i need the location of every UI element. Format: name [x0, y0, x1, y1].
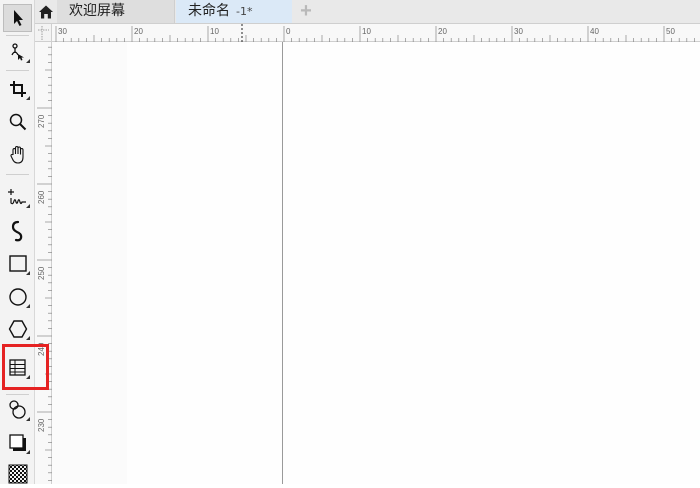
- new-tab-button[interactable]: +: [295, 0, 317, 22]
- drop-shadow-tool[interactable]: [3, 429, 32, 457]
- ruler-label: 50: [666, 27, 675, 36]
- tab-document-suffix: -1*: [236, 5, 253, 18]
- document-tab-bar: 欢迎屏幕 未命名 -1* +: [35, 0, 700, 24]
- tab-document-label: 未命名: [188, 3, 230, 19]
- blend-tool[interactable]: [3, 396, 32, 424]
- rectangle-tool[interactable]: [3, 250, 32, 278]
- ruler-label: 20: [134, 27, 143, 36]
- desktop-area: [52, 42, 127, 484]
- freehand-tool-icon: [7, 189, 26, 205]
- ruler-label: 270: [37, 114, 46, 128]
- table-tool-icon: [8, 359, 26, 376]
- ruler-label: 240: [37, 342, 46, 356]
- horizontal-ruler[interactable]: 30 20 10 0 10 20 30 40 50: [52, 24, 700, 42]
- ruler-label: 230: [37, 418, 46, 432]
- polygon-tool-icon: [8, 320, 27, 338]
- transparency-icon: [8, 464, 27, 484]
- tab-welcome-label: 欢迎屏幕: [69, 3, 125, 19]
- ruler-label: 10: [210, 27, 219, 36]
- pick-tool-icon: [13, 10, 23, 26]
- drop-shadow-icon: [8, 434, 26, 451]
- artistic-media-tool[interactable]: [3, 217, 32, 245]
- freehand-tool[interactable]: [3, 183, 32, 211]
- home-button[interactable]: [35, 0, 57, 23]
- tab-welcome-screen[interactable]: 欢迎屏幕: [57, 0, 175, 23]
- ruler-label: 250: [37, 266, 46, 280]
- table-tool[interactable]: [3, 354, 32, 382]
- home-icon: [39, 5, 53, 18]
- shape-tool-icon: [10, 43, 24, 61]
- pan-tool[interactable]: [3, 141, 32, 169]
- drawing-canvas[interactable]: [52, 42, 700, 484]
- crop-tool-icon: [9, 81, 26, 97]
- ruler-label: 30: [514, 27, 523, 36]
- ruler-label: 260: [37, 190, 46, 204]
- ellipse-tool-icon: [8, 288, 27, 306]
- polygon-tool[interactable]: [3, 315, 32, 343]
- ruler-origin[interactable]: [35, 24, 52, 42]
- ruler-label: 10: [362, 27, 371, 36]
- page-border: [282, 42, 283, 484]
- zoom-tool[interactable]: [3, 108, 32, 136]
- rectangle-tool-icon: [8, 255, 27, 272]
- tab-untitled-document[interactable]: 未命名 -1*: [176, 0, 292, 23]
- pick-tool[interactable]: [3, 4, 32, 32]
- pan-tool-icon: [9, 145, 24, 164]
- ruler-origin-icon: [38, 26, 49, 40]
- vertical-ruler[interactable]: 270 260 250 240 230: [35, 42, 52, 484]
- toolbox: [0, 0, 35, 484]
- ruler-label: 0: [286, 27, 291, 36]
- artistic-media-icon: [11, 220, 22, 242]
- crop-tool[interactable]: [3, 75, 32, 103]
- ruler-label: 40: [590, 27, 599, 36]
- ellipse-tool[interactable]: [3, 283, 32, 311]
- ruler-label: 20: [438, 27, 447, 36]
- ruler-label: 30: [58, 27, 67, 36]
- shape-tool[interactable]: [3, 38, 32, 66]
- zoom-tool-icon: [9, 113, 26, 131]
